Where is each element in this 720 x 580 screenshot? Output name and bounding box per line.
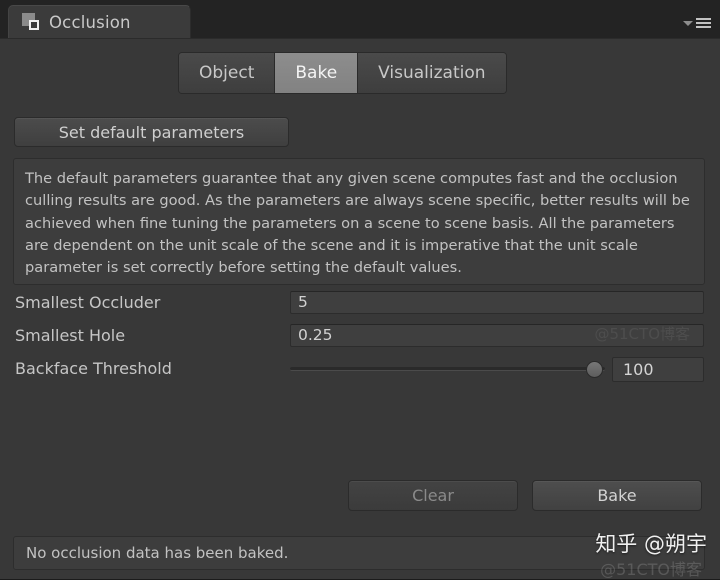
help-text: The default parameters guarantee that an… <box>25 170 690 277</box>
input-smallest-hole[interactable]: 0.25 <box>290 323 704 347</box>
input-backface-threshold[interactable]: 100 <box>612 357 704 382</box>
backface-threshold-slider[interactable] <box>290 360 605 378</box>
slider-track[interactable] <box>290 367 605 371</box>
row-smallest-occluder: Smallest Occluder 5 <box>0 289 720 315</box>
bake-button[interactable]: Bake <box>532 480 702 511</box>
slider-handle[interactable] <box>586 361 603 378</box>
mode-tab-bar: Object Bake Visualization <box>178 52 507 94</box>
occlusion-window: Occlusion Object Bake Visualization Set … <box>0 0 720 579</box>
hamburger-menu-icon <box>696 18 711 28</box>
row-backface-threshold: Backface Threshold 100 <box>0 355 720 382</box>
tab-object[interactable]: Object <box>179 53 276 93</box>
panel-menu-button[interactable] <box>683 18 711 28</box>
chevron-down-icon <box>683 21 693 26</box>
window-tab-occlusion[interactable]: Occlusion <box>8 5 191 38</box>
input-smallest-occluder[interactable]: 5 <box>290 290 704 314</box>
window-title: Occlusion <box>49 12 131 32</box>
occlusion-window-icon <box>22 13 40 31</box>
set-default-parameters-button[interactable]: Set default parameters <box>14 117 289 147</box>
clear-button[interactable]: Clear <box>348 480 518 511</box>
tab-visualization[interactable]: Visualization <box>358 53 506 93</box>
window-content: Object Bake Visualization Set default pa… <box>0 38 720 579</box>
label-backface-threshold: Backface Threshold <box>15 358 172 378</box>
status-bar: No occlusion data has been baked. <box>13 536 705 570</box>
help-box: The default parameters guarantee that an… <box>13 158 705 285</box>
row-smallest-hole: Smallest Hole 0.25 <box>0 322 720 348</box>
label-smallest-hole: Smallest Hole <box>15 325 126 345</box>
label-smallest-occluder: Smallest Occluder <box>15 292 161 312</box>
window-titlebar: Occlusion <box>0 0 720 38</box>
tab-bake[interactable]: Bake <box>275 53 359 93</box>
